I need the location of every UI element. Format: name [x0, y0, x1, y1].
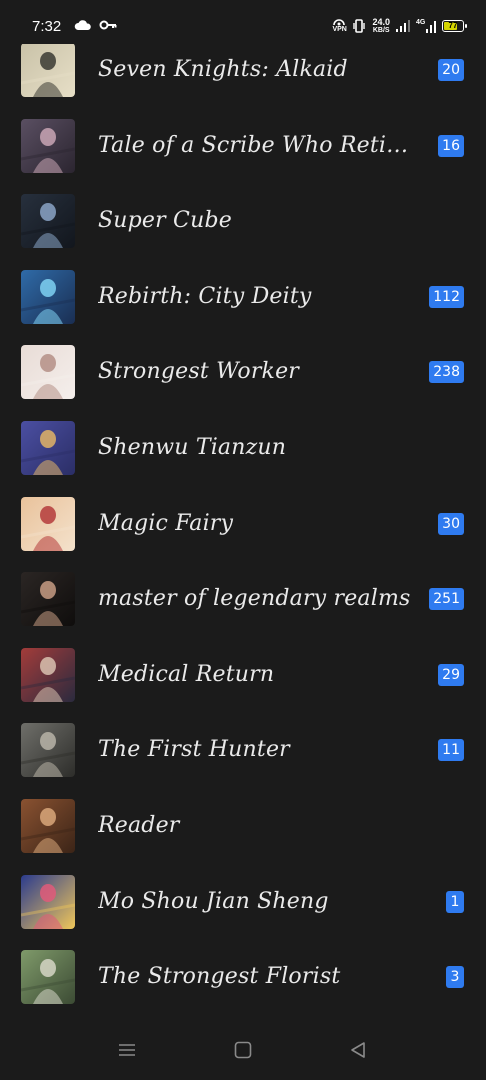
item-title[interactable]: Tale of a Scribe Who Retire... [98, 132, 418, 160]
cover-art [21, 269, 75, 324]
unread-count-badge: 1 [446, 890, 464, 913]
item-title[interactable]: Shenwu Tianzun [98, 434, 418, 462]
cover-art [21, 496, 75, 551]
network-label: 4G [416, 19, 426, 26]
status-icons: VPN 24.0 KB/S 4G 77 [332, 16, 467, 36]
unread-count-badge: 20 [438, 59, 464, 81]
navigation-bar [0, 1020, 486, 1080]
cover-art [21, 572, 75, 627]
network-speed: 24.0 KB/S [372, 17, 390, 35]
item-title[interactable]: Magic Fairy [98, 510, 418, 538]
list-item[interactable]: Magic Fairy 30 [0, 496, 486, 573]
battery-icon: 77 [442, 20, 467, 32]
cover-art [21, 874, 75, 929]
cover-thumbnail[interactable] [21, 799, 75, 853]
item-title[interactable]: The Strongest Florist [98, 963, 418, 991]
cover-art [21, 723, 75, 778]
menu-icon[interactable] [117, 1040, 137, 1060]
cover-thumbnail[interactable] [21, 496, 75, 551]
signal-icon [396, 20, 410, 32]
cover-art [21, 799, 75, 853]
item-title[interactable]: Medical Return [98, 661, 418, 689]
list-item[interactable]: The Strongest Florist 3 [0, 950, 486, 1026]
item-title[interactable]: Reader [98, 812, 418, 840]
cover-thumbnail[interactable] [21, 43, 75, 97]
cover-thumbnail[interactable] [21, 345, 75, 400]
list-item[interactable]: Super Cube [0, 194, 486, 270]
list-item[interactable]: Shenwu Tianzun [0, 421, 486, 497]
list-item[interactable]: Mo Shou Jian Sheng 1 [0, 874, 486, 951]
unread-count-badge: 251 [429, 588, 464, 611]
item-title[interactable]: Super Cube [98, 207, 418, 235]
key-icon [99, 20, 117, 30]
unread-count-badge: 238 [429, 361, 464, 384]
list-item[interactable]: Rebirth: City Deity 112 [0, 269, 486, 346]
cover-thumbnail[interactable] [21, 723, 75, 778]
cloud-icon [74, 20, 91, 30]
cover-thumbnail[interactable] [21, 647, 75, 702]
item-title[interactable]: Strongest Worker [98, 358, 418, 386]
cover-art [21, 950, 75, 1005]
unread-count-badge: 112 [429, 285, 464, 308]
battery-level: 77 [448, 21, 458, 30]
cover-art [21, 43, 75, 97]
cover-thumbnail[interactable] [21, 118, 75, 173]
vpn-icon: VPN [332, 18, 347, 34]
cover-thumbnail[interactable] [21, 572, 75, 627]
cover-thumbnail[interactable] [21, 950, 75, 1005]
list-item[interactable]: Strongest Worker 238 [0, 345, 486, 421]
item-title[interactable]: master of legendary realms [98, 585, 418, 613]
cover-art [21, 118, 75, 173]
speed-value: 24.0 [372, 17, 390, 27]
cover-art [21, 647, 75, 702]
cover-art [21, 194, 75, 249]
list-item[interactable]: master of legendary realms 251 [0, 572, 486, 648]
vpn-label: VPN [332, 26, 347, 33]
signal-4g-icon: 4G [416, 19, 436, 33]
list-item[interactable]: Tale of a Scribe Who Retire... 16 [0, 118, 486, 195]
back-icon[interactable] [348, 1040, 368, 1060]
cover-thumbnail[interactable] [21, 421, 75, 475]
cover-thumbnail[interactable] [21, 874, 75, 929]
list-item[interactable]: Medical Return 29 [0, 647, 486, 724]
speed-unit: KB/S [372, 27, 390, 34]
item-title[interactable]: Mo Shou Jian Sheng [98, 888, 418, 916]
status-time: 7:32 [32, 18, 62, 35]
list-item[interactable]: Seven Knights: Alkaid 20 [0, 43, 486, 119]
unread-count-badge: 3 [446, 966, 464, 989]
cover-thumbnail[interactable] [21, 269, 75, 324]
item-title[interactable]: Rebirth: City Deity [98, 283, 418, 311]
cover-art [21, 345, 75, 400]
vibrate-icon [353, 19, 366, 33]
item-title[interactable]: The First Hunter [98, 736, 418, 764]
home-icon[interactable] [233, 1040, 253, 1060]
unread-count-badge: 16 [438, 134, 464, 157]
list-item[interactable]: The First Hunter 11 [0, 723, 486, 799]
unread-count-badge: 11 [438, 739, 464, 762]
cover-thumbnail[interactable] [21, 194, 75, 249]
unread-count-badge: 29 [438, 663, 464, 686]
unread-count-badge: 30 [438, 512, 464, 535]
list-item[interactable]: Reader [0, 799, 486, 875]
cover-art [21, 421, 75, 475]
status-bar: 7:32 VPN 24.0 KB/S 4G 77 [0, 0, 486, 44]
item-title[interactable]: Seven Knights: Alkaid [98, 56, 418, 84]
